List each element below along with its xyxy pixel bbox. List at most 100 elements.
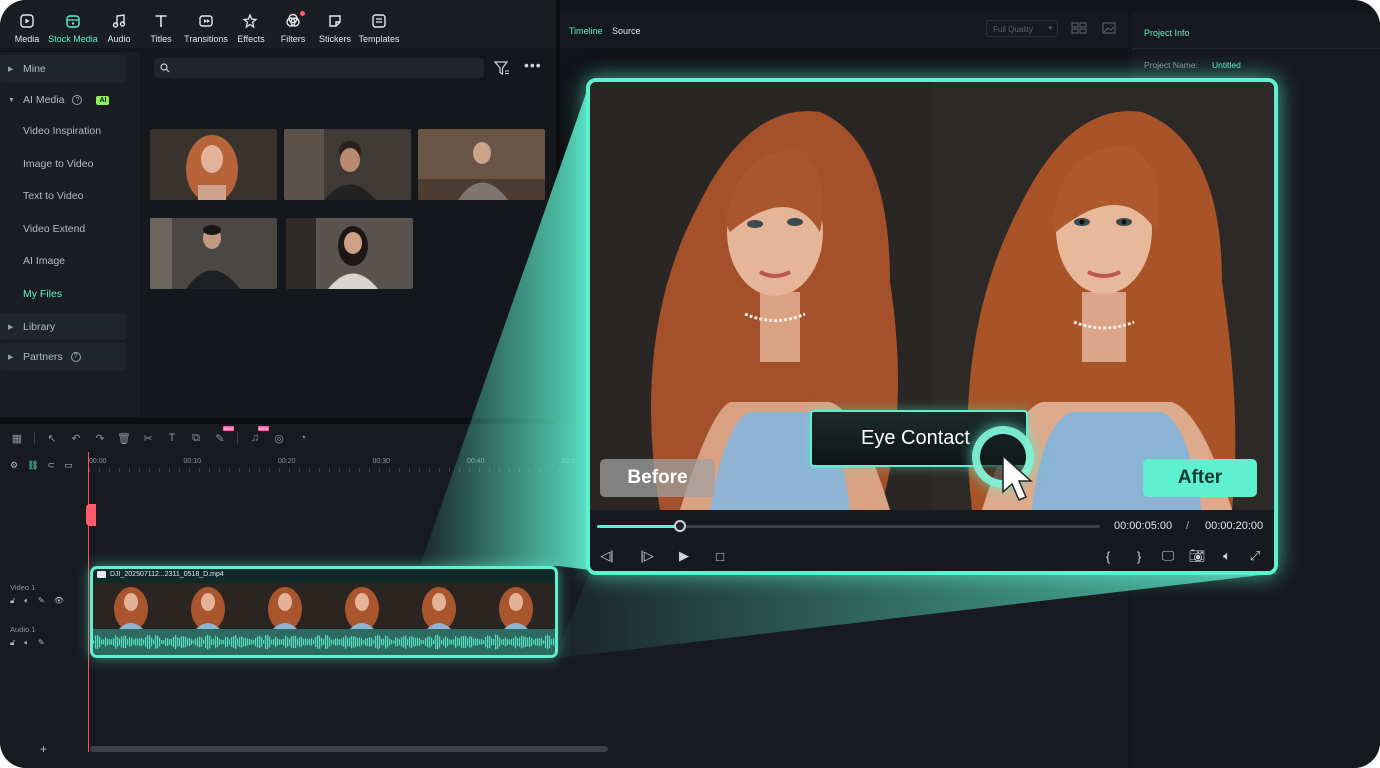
crop-icon[interactable]: ⧉ [189,431,203,445]
lock-icon[interactable]: 🔓︎ [10,638,15,648]
media-thumbnail[interactable] [284,129,411,200]
select-pointer-icon[interactable]: ↖ [45,431,59,445]
tab-templates[interactable]: Templates [356,0,402,48]
eye-icon[interactable]: 👁︎ [54,596,64,606]
help-icon[interactable]: ? [70,351,81,362]
sidebar-item-library[interactable]: ▶ Library [0,313,126,340]
sidebar-item-image-to-video[interactable]: Image to Video [0,148,140,181]
ruler-tick [399,468,400,472]
ruler-time-label: 00:40 [467,458,485,465]
ruler-tick [169,468,170,472]
project-name-value[interactable]: Untitled [1212,60,1241,70]
stock-media-icon [66,15,80,28]
beat-sync-icon[interactable]: ♫ NEW [248,426,269,445]
ruler-tick [349,468,350,472]
tab-filters[interactable]: Filters [272,0,314,48]
track-tools: ⚙ ⛓ ⊂ ▭ [10,460,73,471]
media-thumbnail[interactable] [418,129,545,200]
text-tool-icon[interactable]: T [165,431,179,445]
ruler-tick [279,468,280,472]
stop-icon[interactable]: □ [712,548,728,564]
sidebar-item-video-inspiration[interactable]: Video Inspiration [0,115,140,148]
timeline-ruler[interactable]: 00:00 00:10 00:20 00:30 00:40 00:50 [89,454,600,474]
magnet-icon[interactable]: ⊂ [48,460,56,471]
mute-pen-icon[interactable]: ✎ [38,638,45,648]
ai-pen-icon[interactable]: ✎ NEW [213,426,234,445]
sidebar-item-mine[interactable]: ▶ Mine [0,55,126,82]
horizontal-scrollbar[interactable] [90,746,608,752]
sidebar-item-video-extend[interactable]: Video Extend [0,213,140,246]
tab-stickers[interactable]: Stickers [314,0,356,48]
ai-tracking-icon[interactable]: ◎ [272,431,286,445]
sidebar-item-label: Video Extend [23,222,86,235]
settings-gear-icon[interactable]: ⚙ [10,460,18,471]
add-track-icon[interactable]: + [40,742,47,756]
play-icon[interactable]: ▶ [676,548,692,564]
clip-title: DJI_202507112...2311_0518_D.mp4 [97,571,224,578]
sidebar-item-ai-media[interactable]: ▼ AI Media ? AI [0,85,140,115]
ruler-tick [389,468,390,472]
tab-audio[interactable]: Audio [98,0,140,48]
next-frame-icon[interactable]: |▷ [639,548,655,564]
image-snapshot-icon[interactable] [1102,22,1116,34]
tab-transitions[interactable]: Transitions [182,0,230,48]
playhead-line[interactable] [88,452,89,752]
sidebar-item-partners[interactable]: ▶ Partners ? [0,343,126,370]
playback-progress-bar[interactable] [597,520,1100,532]
more-options-icon[interactable]: ••• [524,58,542,72]
search-input[interactable] [154,58,484,78]
mark-out-icon[interactable]: } [1131,548,1147,564]
tab-stock-media[interactable]: Stock Media [48,0,98,48]
volume-icon[interactable]: 🔈︎ [1219,548,1235,564]
tab-effects[interactable]: Effects [230,0,272,48]
media-thumbnail[interactable] [150,218,277,289]
filter-funnel-icon[interactable] [494,60,510,76]
mark-in-icon[interactable]: { [1100,548,1116,564]
track-manager-icon[interactable]: ▭ [64,460,73,471]
quality-select[interactable]: Full Quality ▾ [986,20,1058,37]
display-monitor-icon[interactable]: 🖵︎ [1160,548,1176,564]
speaker-icon[interactable]: 🔈︎ [24,638,29,648]
ruler-tick [549,468,550,472]
audio-track-controls: 🔓︎ 🔈︎ ✎ [10,638,45,648]
playhead-handle[interactable] [86,504,96,526]
mute-pen-icon[interactable]: ✎ [38,596,45,606]
sidebar-item-label: Library [23,320,56,333]
media-thumbnail[interactable] [286,218,413,289]
tab-media[interactable]: Media [6,0,48,48]
sparkle-star-icon [243,13,258,29]
media-library-panel: ••• [140,48,556,418]
new-indicator-dot [300,11,305,16]
speaker-icon[interactable]: 🔈︎ [24,596,29,606]
scissors-icon[interactable]: ✂ [141,431,155,445]
progress-knob[interactable] [673,520,686,532]
previous-frame-icon[interactable]: ◁| [599,548,615,564]
color-palette-icon[interactable]: ◔ [296,431,310,445]
ruler-tick [509,468,510,472]
sidebar-item-my-files[interactable]: My Files [0,278,140,311]
undo-icon[interactable]: ↶ [69,431,83,445]
ruler-tick [429,468,430,472]
redo-icon[interactable]: ↷ [93,431,107,445]
sidebar-item-ai-image[interactable]: AI Image [0,245,140,278]
caret-right-icon: ▶ [8,323,14,331]
lock-icon[interactable]: 🔓︎ [10,596,15,606]
grid-view-icon[interactable] [1071,22,1087,34]
layout-grid-icon[interactable]: ▦ [10,431,24,445]
link-icon[interactable]: ⛓ [27,460,38,471]
sidebar-item-text-to-video[interactable]: Text to Video [0,180,140,213]
quality-value: Full Quality [993,25,1034,34]
tab-media-label: Media [14,34,40,44]
video-clip[interactable]: DJI_202507112...2311_0518_D.mp4 [90,566,558,658]
help-icon[interactable]: ? [72,95,83,105]
caret-right-icon: ▶ [8,353,14,361]
sidebar-item-label: AI Image [23,255,66,268]
tab-titles[interactable]: Titles [140,0,182,48]
delete-icon[interactable]: 🗑 [117,431,131,445]
media-thumbnail[interactable] [150,129,277,200]
fullscreen-icon[interactable]: ⤢ [1247,548,1263,564]
tab-timeline[interactable]: Timeline [569,26,603,36]
ruler-tick [119,468,120,472]
camera-snapshot-icon[interactable]: 📷︎ [1189,548,1206,564]
tab-source[interactable]: Source [612,26,641,36]
